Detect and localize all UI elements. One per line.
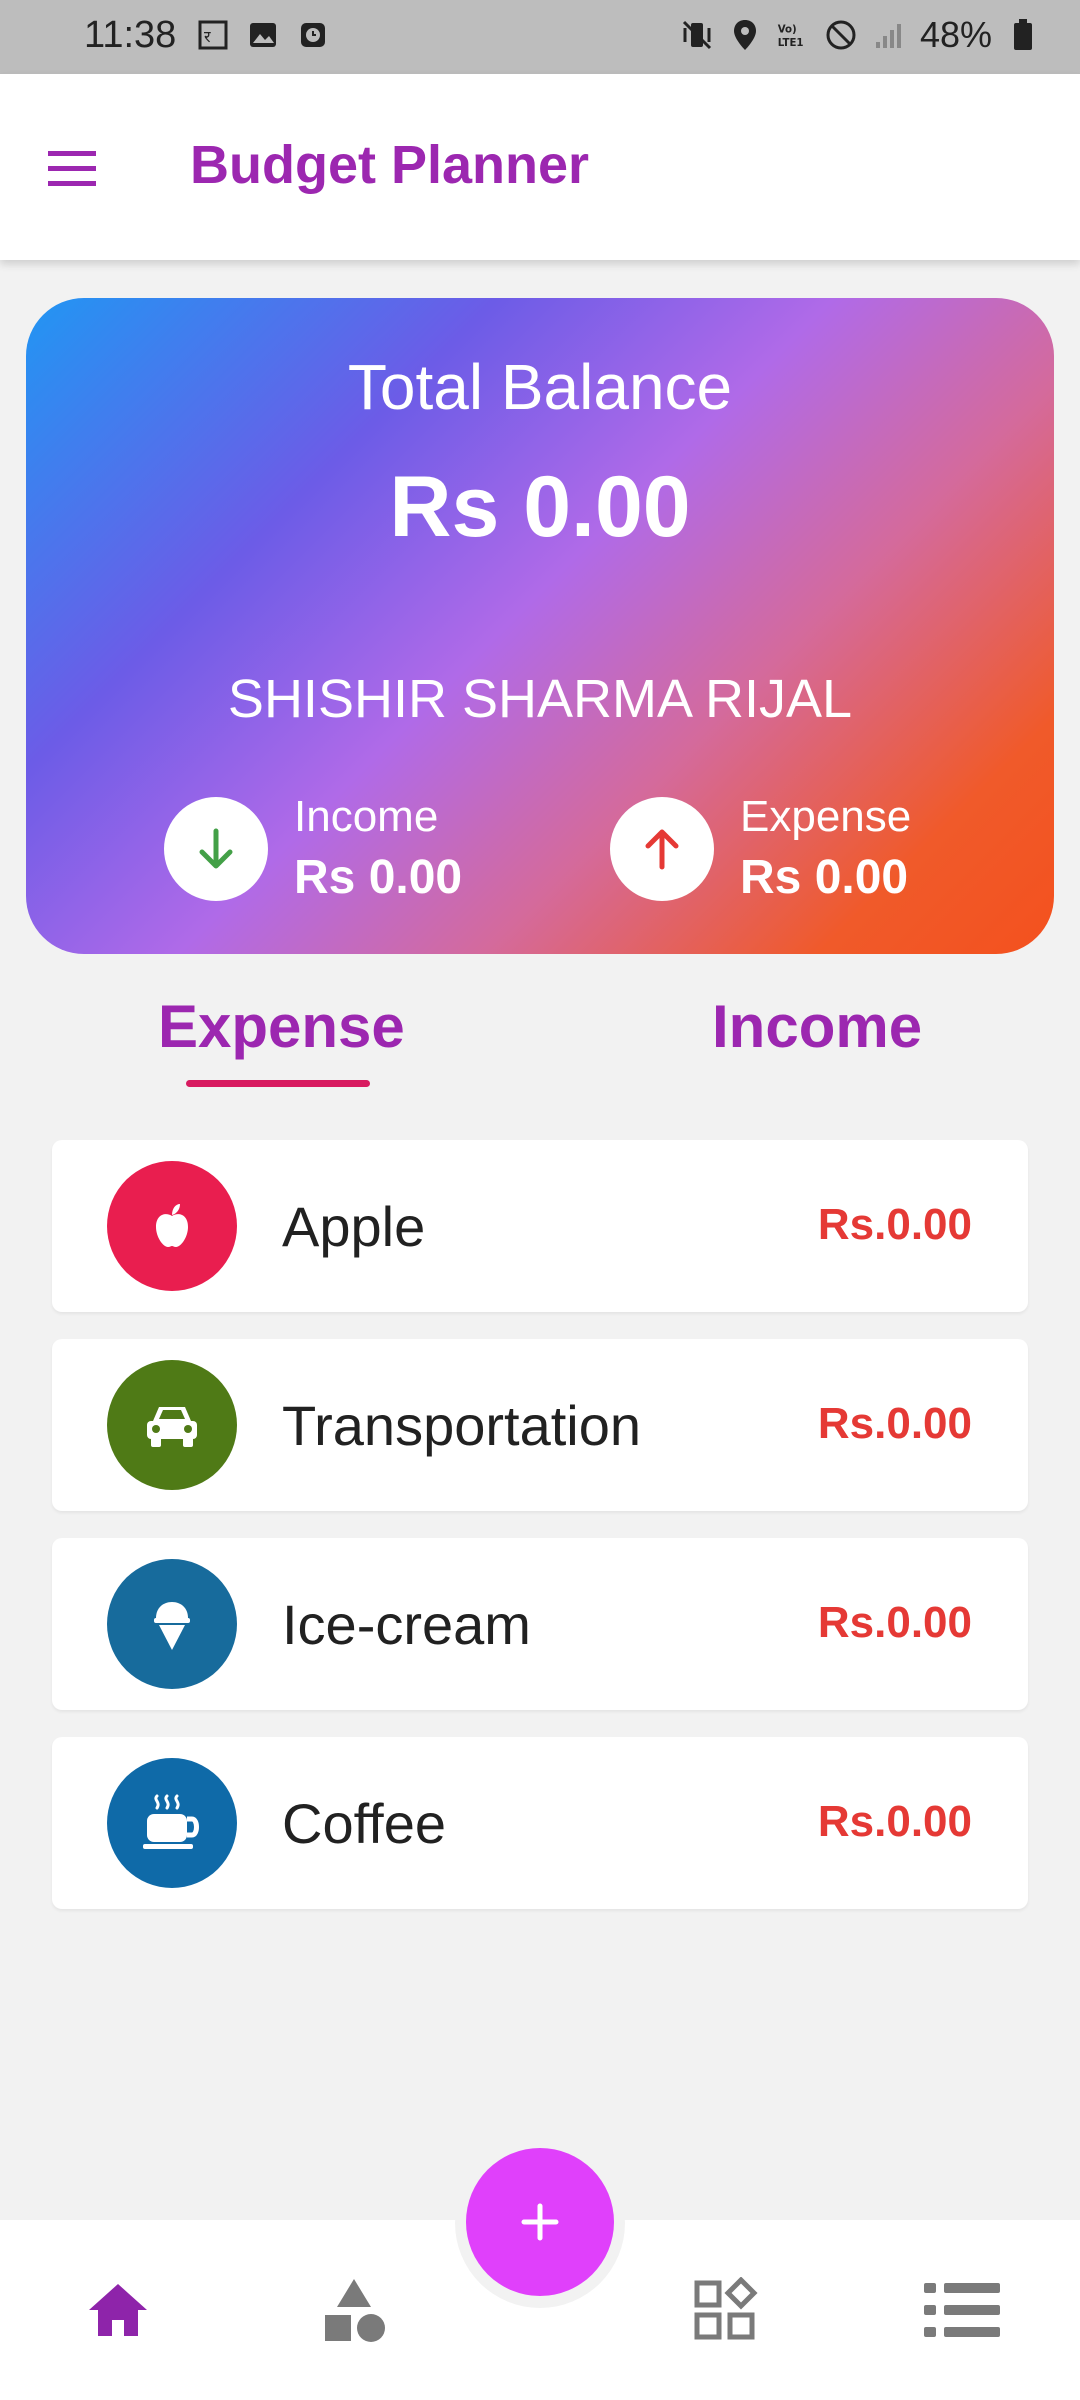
list-item-ice-cream[interactable]: Ice-cream Rs.0.00	[52, 1538, 1028, 1710]
total-balance-label: Total Balance	[347, 351, 733, 423]
battery-icon	[1006, 18, 1040, 52]
rx-icon: र	[196, 18, 230, 52]
coffee-icon	[107, 1758, 237, 1888]
hamburger-icon[interactable]	[44, 144, 104, 194]
income-value: Rs 0.00	[294, 851, 463, 904]
category-list: Apple Rs.0.00 Transportation Rs.0.00 Ice…	[52, 1140, 1028, 1936]
app-title: Budget Planner	[190, 135, 590, 195]
item-name: Coffee	[282, 1792, 446, 1855]
apple-icon	[107, 1161, 237, 1291]
widgets-icon[interactable]	[686, 2270, 766, 2350]
item-name: Transportation	[282, 1394, 641, 1457]
home-icon[interactable]	[78, 2270, 158, 2350]
image-icon	[246, 18, 280, 52]
status-time: 11:38	[84, 14, 177, 56]
list-item-transportation[interactable]: Transportation Rs.0.00	[52, 1339, 1028, 1511]
list-item-apple[interactable]: Apple Rs.0.00	[52, 1140, 1028, 1312]
income-summary: Income Rs 0.00	[164, 792, 462, 905]
svg-text:Vo): Vo)	[778, 24, 797, 35]
signal-icon	[872, 18, 906, 52]
expense-label: Expense	[740, 792, 912, 841]
volte-icon: Vo) LTE1	[776, 18, 810, 52]
arrow-down-icon	[164, 796, 268, 901]
total-balance-value: Rs 0.00	[389, 459, 691, 555]
categories-icon[interactable]	[314, 2270, 394, 2350]
item-amount: Rs.0.00	[817, 1200, 972, 1249]
list-item-coffee[interactable]: Coffee Rs.0.00	[52, 1737, 1028, 1909]
alarm-icon	[296, 18, 330, 52]
account-owner-name: SHISHIR SHARMA RIJAL	[227, 669, 853, 729]
battery-percent: 48%	[919, 14, 992, 55]
add-button[interactable]	[466, 2148, 614, 2296]
tab-income[interactable]: Income	[712, 992, 922, 1061]
plus-icon	[521, 2203, 559, 2241]
dnd-icon	[824, 18, 858, 52]
status-left-icons: र	[196, 18, 330, 52]
tab-expense[interactable]: Expense	[158, 992, 405, 1061]
ice-cream-icon	[107, 1559, 237, 1689]
balance-card: Total Balance Rs 0.00 SHISHIR SHARMA RIJ…	[26, 298, 1054, 954]
item-name: Ice-cream	[282, 1593, 531, 1656]
svg-text:र: र	[204, 27, 211, 46]
arrow-up-icon	[610, 796, 714, 901]
income-label: Income	[294, 792, 439, 841]
item-amount: Rs.0.00	[817, 1399, 972, 1448]
vibrate-icon	[680, 18, 714, 52]
expense-value: Rs 0.00	[740, 851, 909, 904]
svg-text:LTE1: LTE1	[778, 38, 804, 49]
list-icon[interactable]	[922, 2270, 1002, 2350]
status-right: Vo) LTE1 48%	[680, 14, 1040, 56]
status-bar: 11:38 र Vo) LTE1 48%	[0, 0, 1080, 74]
active-tab-indicator	[186, 1080, 370, 1087]
app-bar: Budget Planner	[0, 74, 1080, 260]
item-amount: Rs.0.00	[817, 1797, 972, 1846]
car-icon	[107, 1360, 237, 1490]
item-amount: Rs.0.00	[817, 1598, 972, 1647]
expense-summary: Expense Rs 0.00	[610, 792, 911, 905]
location-icon	[728, 18, 762, 52]
item-name: Apple	[282, 1195, 426, 1258]
